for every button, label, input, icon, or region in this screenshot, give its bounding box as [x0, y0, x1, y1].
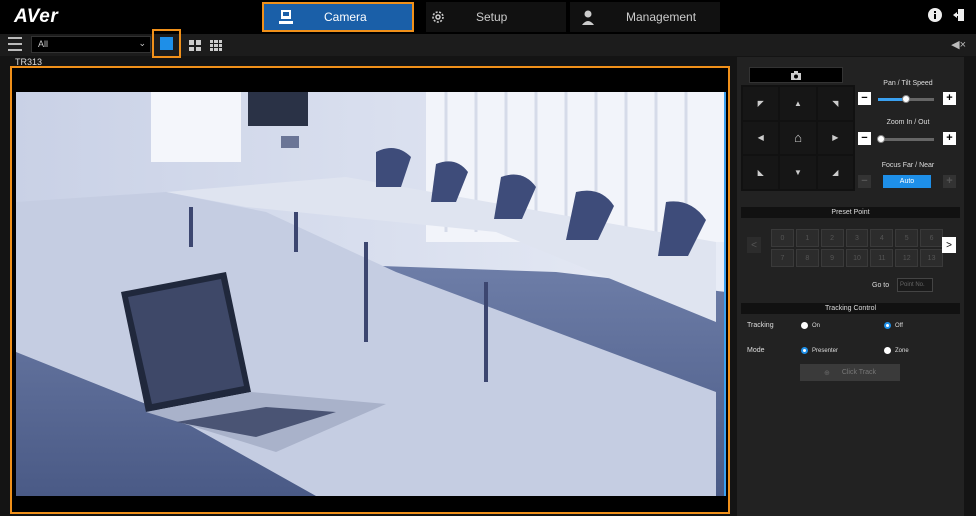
speaker-mute-icon[interactable]: ◀×	[951, 38, 966, 51]
preset-point-button[interactable]: 5	[895, 229, 919, 247]
focus-label: Focus Far / Near	[881, 162, 935, 169]
radio-dot	[801, 322, 808, 329]
tracking-on-radio[interactable]: On	[801, 322, 820, 329]
focus-far-button[interactable]: +	[943, 175, 956, 188]
preset-prev-button[interactable]: <	[747, 237, 761, 253]
tracking-control-header: Tracking Control	[741, 303, 960, 314]
preset-point-button[interactable]: 8	[795, 249, 819, 267]
tab-camera-label: Camera	[324, 10, 367, 24]
snapshot-camera-icon	[791, 70, 801, 80]
tracking-on-label: On	[812, 322, 821, 329]
quad-view-button[interactable]	[189, 40, 201, 51]
radio-dot-selected	[884, 322, 891, 329]
ptz-direction-pad: ◤ ▲ ◥ ◀ ⌂ ▶ ◣ ▼ ◢	[741, 85, 855, 191]
tracking-off-radio[interactable]: Off	[884, 322, 903, 329]
preset-point-header: Preset Point	[741, 207, 960, 218]
mode-label: Mode	[747, 347, 765, 354]
tab-setup-label: Setup	[476, 10, 508, 24]
camera-group-select-value: All	[38, 39, 49, 49]
goto-label: Go to	[872, 282, 890, 289]
preset-point-button[interactable]: 4	[870, 229, 894, 247]
camera-icon	[279, 10, 293, 24]
home-icon[interactable]: ⌂	[780, 121, 816, 155]
ptz-right-button[interactable]: ▶	[817, 121, 853, 155]
zoom-in-button[interactable]: +	[943, 132, 956, 145]
ptz-up-left-button[interactable]: ◤	[743, 87, 779, 120]
tracking-label: Tracking	[747, 322, 774, 329]
focus-near-button[interactable]: −	[858, 175, 871, 188]
preset-point-button[interactable]: 0	[771, 229, 794, 247]
mode-presenter-radio[interactable]: Presenter	[801, 347, 838, 354]
pan-tilt-speed-minus-button[interactable]: −	[858, 92, 871, 105]
tab-camera[interactable]: Camera	[262, 2, 414, 32]
snapshot-button[interactable]	[749, 67, 843, 83]
click-track-label: Click Track	[841, 369, 877, 376]
preset-point-button[interactable]: 6	[920, 229, 943, 247]
preset-point-button[interactable]: 3	[845, 229, 869, 247]
single-view-icon	[160, 37, 173, 50]
preset-point-button[interactable]: 11	[870, 249, 894, 267]
video-view[interactable]	[10, 66, 730, 514]
tab-setup[interactable]: Setup	[426, 2, 566, 32]
top-bar: AVer Camera Setup Management	[0, 0, 976, 34]
ptz-down-left-button[interactable]: ◣	[743, 156, 779, 189]
pan-tilt-speed-plus-button[interactable]: +	[943, 92, 956, 105]
preset-point-button[interactable]: 1	[795, 229, 819, 247]
ptz-down-right-button[interactable]: ◢	[817, 156, 853, 189]
conference-room-image	[16, 92, 724, 496]
nine-view-button[interactable]	[210, 40, 222, 51]
view-toolbar: All ⌄ ◀×	[0, 29, 976, 58]
mode-zone-label: Zone	[895, 347, 909, 354]
focus-auto-button[interactable]: Auto	[883, 175, 931, 188]
zoom-label: Zoom In / Out	[886, 119, 930, 126]
preset-point-button[interactable]: 9	[820, 249, 844, 267]
mode-zone-radio[interactable]: Zone	[884, 347, 909, 354]
crosshair-icon: ⊕	[823, 369, 830, 377]
radio-dot-selected	[801, 347, 808, 354]
zoom-out-button[interactable]: −	[858, 132, 871, 145]
camera-group-select[interactable]: All ⌄	[31, 36, 151, 53]
tab-management[interactable]: Management	[570, 2, 720, 32]
ptz-left-button[interactable]: ◀	[743, 121, 779, 155]
logout-icon[interactable]	[952, 8, 966, 22]
ptz-up-right-button[interactable]: ◥	[817, 87, 853, 120]
gear-icon	[432, 11, 444, 23]
zoom-slider[interactable]	[876, 135, 934, 143]
control-panel: ◤ ▲ ◥ ◀ ⌂ ▶ ◣ ▼ ◢ Pan / Tilt Speed − + Z…	[737, 57, 964, 516]
tab-management-label: Management	[626, 10, 697, 24]
camera-live-feed[interactable]	[16, 92, 726, 496]
chevron-down-icon: ⌄	[138, 38, 146, 48]
preset-point-button[interactable]: 10	[845, 249, 869, 267]
hamburger-menu-icon[interactable]	[8, 37, 22, 51]
preset-point-button[interactable]: 2	[820, 229, 844, 247]
user-icon	[582, 10, 594, 25]
preset-point-grid: 0 1 2 3 4 5 6 7 8 9 10 11 12 13	[771, 229, 943, 267]
pan-tilt-speed-slider[interactable]	[878, 95, 934, 103]
aver-logo: AVer	[14, 6, 59, 27]
click-track-button[interactable]: ⊕ Click Track	[800, 364, 900, 381]
pan-tilt-speed-label: Pan / Tilt Speed	[883, 80, 933, 87]
info-icon[interactable]	[928, 8, 942, 22]
preset-point-button[interactable]: 7	[771, 249, 794, 267]
mode-presenter-label: Presenter	[812, 347, 839, 354]
single-view-button[interactable]	[152, 29, 181, 58]
preset-point-button[interactable]: 12	[895, 249, 919, 267]
preset-next-button[interactable]: >	[942, 237, 956, 253]
goto-point-input[interactable]: Point No.	[897, 278, 933, 292]
ptz-down-button[interactable]: ▼	[780, 156, 816, 189]
radio-dot	[884, 347, 891, 354]
preset-point-button[interactable]: 13	[920, 249, 943, 267]
ptz-up-button[interactable]: ▲	[780, 87, 816, 120]
tracking-off-label: Off	[895, 322, 903, 329]
